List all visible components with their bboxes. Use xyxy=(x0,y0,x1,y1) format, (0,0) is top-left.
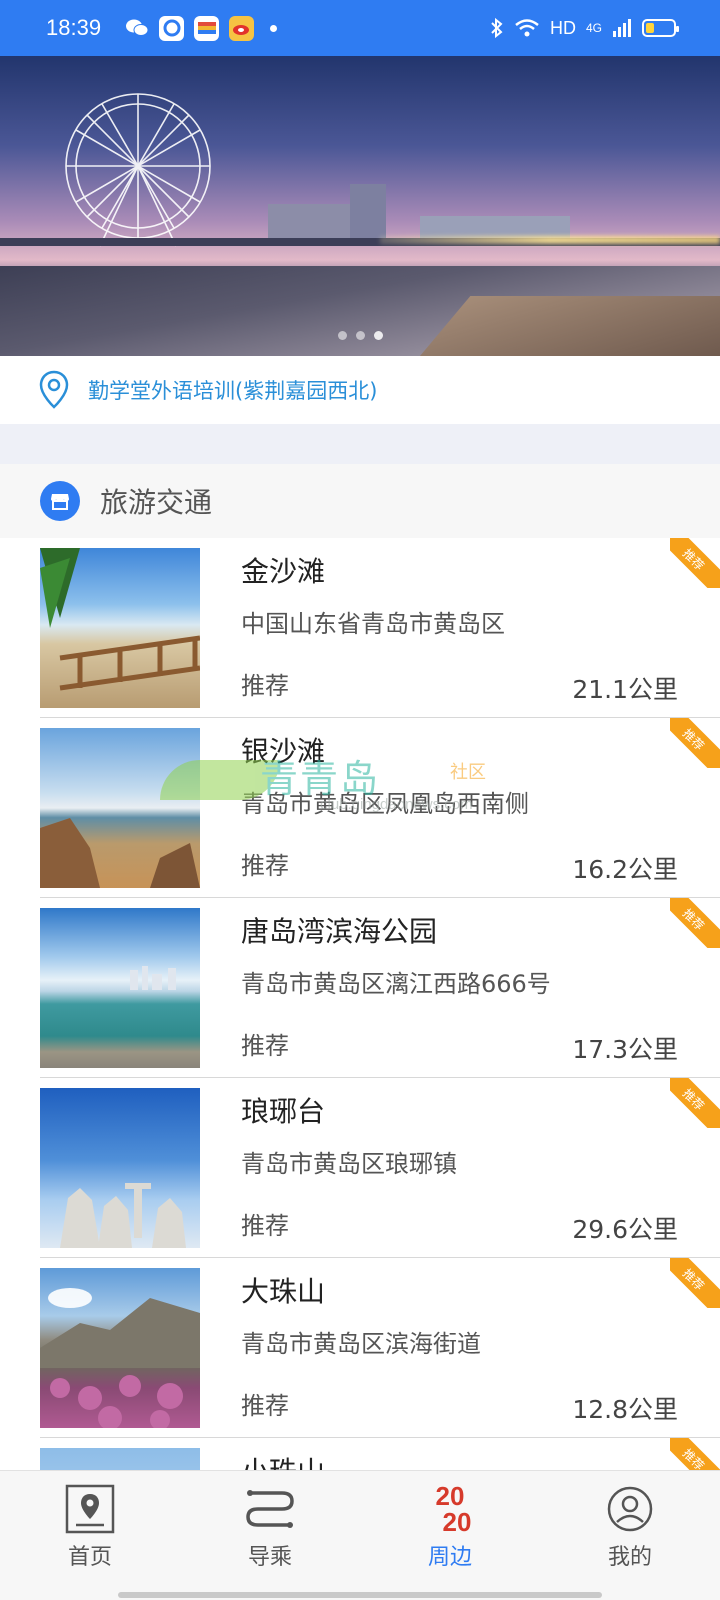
item-tag: 推荐 xyxy=(241,1212,289,1240)
item-tag: 推荐 xyxy=(241,1392,289,1420)
thumbnail-image xyxy=(40,908,200,1068)
location-pin-icon xyxy=(39,370,69,409)
thumbnail-image xyxy=(40,548,200,708)
status-time: 18:39 xyxy=(46,15,102,40)
status-system-icons: HD 4G xyxy=(490,0,679,56)
item-name: 唐岛湾滨海公园 xyxy=(241,915,438,948)
item-address: 青岛市黄岛区凤凰岛西南侧 xyxy=(241,790,529,818)
user-icon xyxy=(600,1479,660,1539)
thumbnail-image xyxy=(40,1088,200,1248)
thumbnail-image xyxy=(40,1268,200,1428)
section-gap xyxy=(0,424,720,464)
nav-label: 导乘 xyxy=(247,1545,292,1570)
scenic-list: 金沙滩 中国山东省青岛市黄岛区 推荐 21.1公里 推荐 银沙滩 青岛市黄岛区凤… xyxy=(0,538,720,1600)
item-name: 大珠山 xyxy=(241,1275,326,1308)
nav-item-home[interactable]: 首页 xyxy=(0,1471,180,1600)
item-address: 青岛市黄岛区琅琊镇 xyxy=(241,1150,457,1178)
home-indicator xyxy=(118,1592,602,1598)
item-name: 金沙滩 xyxy=(241,555,326,588)
item-tag: 推荐 xyxy=(241,672,289,700)
signal-icon xyxy=(613,19,631,37)
item-name: 琅琊台 xyxy=(241,1095,326,1128)
wifi-icon xyxy=(515,19,539,37)
city-lights xyxy=(380,236,720,244)
item-tag: 推荐 xyxy=(241,852,289,880)
bottom-nav: 首页 导乘 20 20 周边 我的 xyxy=(0,1470,720,1600)
carousel-dot[interactable] xyxy=(373,331,383,340)
recommend-badge: 推荐 xyxy=(670,898,720,948)
section-title: 旅游交通 xyxy=(100,486,213,519)
wallet-icon xyxy=(194,15,219,41)
thumbnail-image xyxy=(40,728,200,888)
shop-icon xyxy=(40,481,80,521)
section-header: 旅游交通 xyxy=(0,464,720,538)
item-distance: 16.2公里 xyxy=(572,855,678,884)
carousel-dot[interactable] xyxy=(355,331,365,340)
location-text: 勤学堂外语培训(紫荆嘉园西北) xyxy=(88,379,378,403)
nav-label: 首页 xyxy=(67,1545,112,1570)
network-label: 4G xyxy=(585,21,602,35)
weibo-icon xyxy=(229,15,254,41)
list-item[interactable]: 琅琊台 青岛市黄岛区琅琊镇 推荐 29.6公里 推荐 xyxy=(0,1078,720,1258)
wechat-icon xyxy=(124,16,149,41)
item-address: 青岛市黄岛区漓江西路666号 xyxy=(241,970,551,998)
status-bar: 18:39 HD 4G xyxy=(0,0,720,56)
nav-item-profile[interactable]: 我的 xyxy=(540,1471,720,1600)
status-app-icons xyxy=(124,15,277,41)
list-item[interactable]: 银沙滩 青岛市黄岛区凤凰岛西南侧 推荐 16.2公里 推荐 xyxy=(0,718,720,898)
nav-label: 我的 xyxy=(607,1545,652,1570)
list-item[interactable]: 金沙滩 中国山东省青岛市黄岛区 推荐 21.1公里 推荐 xyxy=(0,538,720,718)
battery-icon xyxy=(642,19,679,37)
item-name: 银沙滩 xyxy=(241,735,326,768)
item-distance: 21.1公里 xyxy=(572,675,678,704)
banner-boardwalk xyxy=(420,296,720,356)
map-pin-icon xyxy=(60,1479,120,1539)
bluetooth-icon xyxy=(491,17,503,39)
nav-label: 周边 xyxy=(427,1545,472,1570)
carousel-dot[interactable] xyxy=(337,331,347,340)
banner-carousel[interactable] xyxy=(0,56,720,356)
carousel-indicator xyxy=(0,331,720,340)
recommend-badge: 推荐 xyxy=(670,1078,720,1128)
notification-dot xyxy=(270,24,277,32)
item-distance: 17.3公里 xyxy=(572,1035,678,1064)
item-distance: 12.8公里 xyxy=(572,1395,678,1424)
nav-item-nearby[interactable]: 20 20 周边 xyxy=(360,1471,540,1600)
list-item[interactable]: 唐岛湾滨海公园 青岛市黄岛区漓江西路666号 推荐 17.3公里 推荐 xyxy=(0,898,720,1078)
item-tag: 推荐 xyxy=(241,1032,289,1060)
2020-icon: 20 20 xyxy=(435,1481,472,1537)
app-icon xyxy=(159,15,184,41)
route-icon xyxy=(240,1479,300,1539)
recommend-badge: 推荐 xyxy=(670,538,720,588)
item-address: 中国山东省青岛市黄岛区 xyxy=(241,610,505,638)
recommend-badge: 推荐 xyxy=(670,718,720,768)
nav-item-guide[interactable]: 导乘 xyxy=(180,1471,360,1600)
item-distance: 29.6公里 xyxy=(572,1215,678,1244)
item-address: 青岛市黄岛区滨海街道 xyxy=(241,1330,481,1358)
recommend-badge: 推荐 xyxy=(670,1258,720,1308)
hd-label: HD xyxy=(549,17,576,38)
list-item[interactable]: 大珠山 青岛市黄岛区滨海街道 推荐 12.8公里 推荐 xyxy=(0,1258,720,1438)
location-row[interactable]: 勤学堂外语培训(紫荆嘉园西北) xyxy=(0,356,720,424)
